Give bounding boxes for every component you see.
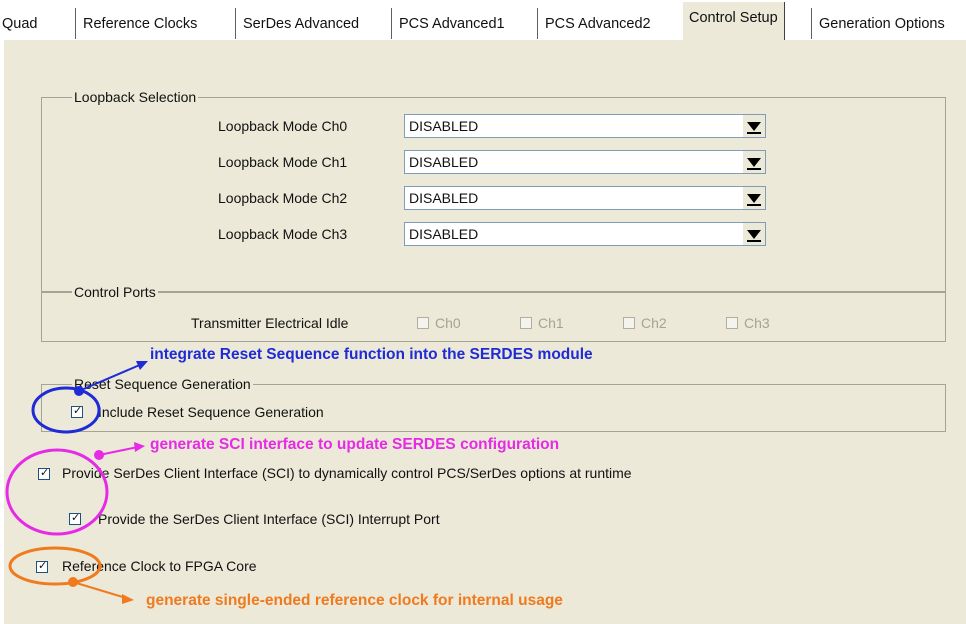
sci-annotation-markup (5, 442, 145, 536)
sci-arrowhead (134, 442, 145, 452)
refclk-highlight-circle (8, 546, 102, 586)
reset-annotation-text: integrate Reset Sequence function into t… (150, 346, 593, 363)
sci-arrow-line (98, 446, 139, 456)
refclk-annotation-text: generate single-ended reference clock fo… (146, 592, 563, 609)
reset-highlight-circle (31, 386, 101, 434)
reset-arrow-line (78, 363, 143, 392)
refclk-annotation-markup (8, 546, 134, 604)
annotation-overlay (5, 361, 148, 604)
sci-annotation-text: generate SCI interface to update SERDES … (150, 436, 560, 453)
sci-highlight-circle (5, 448, 109, 536)
refclk-arrow-line (72, 581, 127, 599)
tab-control-setup[interactable]: Control Setup (682, 2, 785, 40)
refclk-arrowhead (122, 594, 134, 604)
reset-annotation-markup (31, 361, 148, 434)
